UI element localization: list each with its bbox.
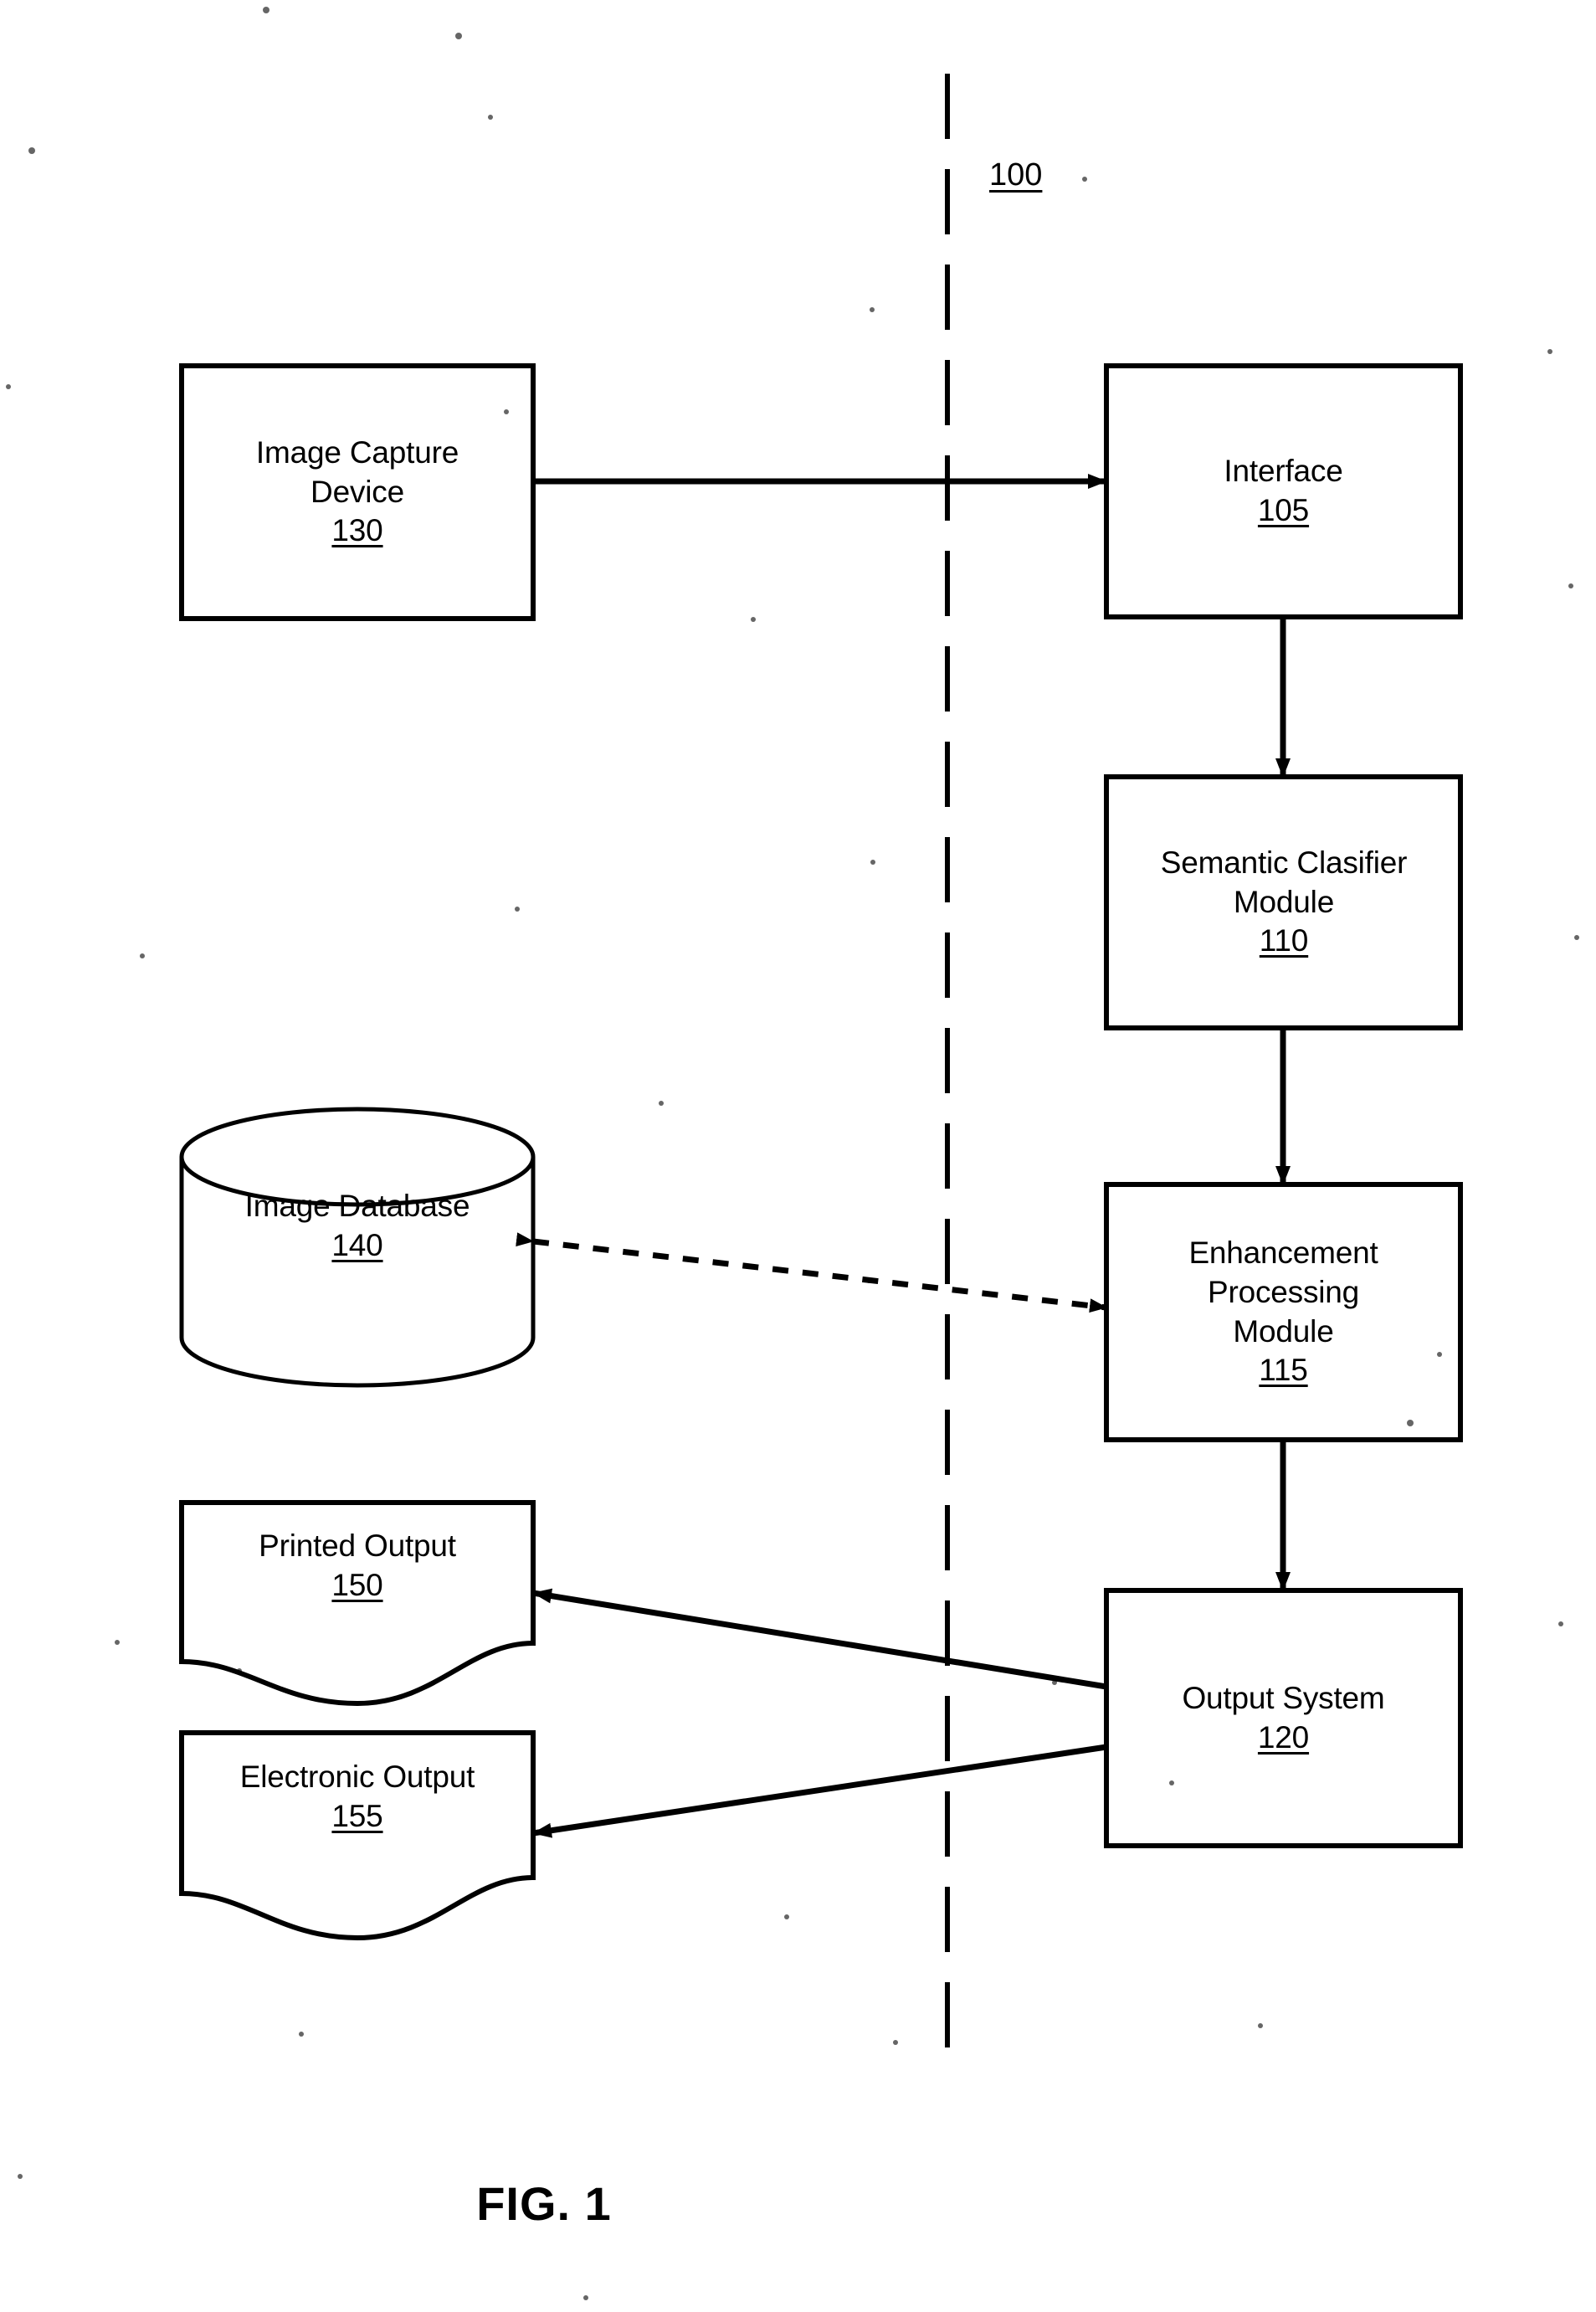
diagram-vector-layer [6, 7, 1579, 2300]
edge-output-system-to-printed [532, 1588, 1107, 1690]
edge-database-enhancement-dashed [516, 1232, 1107, 1313]
enhancement-processing-module-box[interactable] [1104, 1182, 1463, 1442]
image-capture-device-box[interactable] [179, 363, 536, 621]
figure-caption: FIG. 1 [476, 2177, 612, 2230]
printed-output-document[interactable] [179, 1500, 536, 1707]
image-database-cylinder[interactable] [179, 1107, 536, 1388]
system-reference-numeral: 100 [989, 157, 1043, 193]
interface-box[interactable] [1104, 363, 1463, 619]
electronic-output-document[interactable] [179, 1730, 536, 1941]
edge-output-system-to-electronic [532, 1744, 1107, 1838]
figure-canvas: Image Capture Device 130 Interface 105 S… [0, 0, 1596, 2312]
output-system-box[interactable] [1104, 1588, 1463, 1848]
semantic-clasifier-module-box[interactable] [1104, 774, 1463, 1030]
